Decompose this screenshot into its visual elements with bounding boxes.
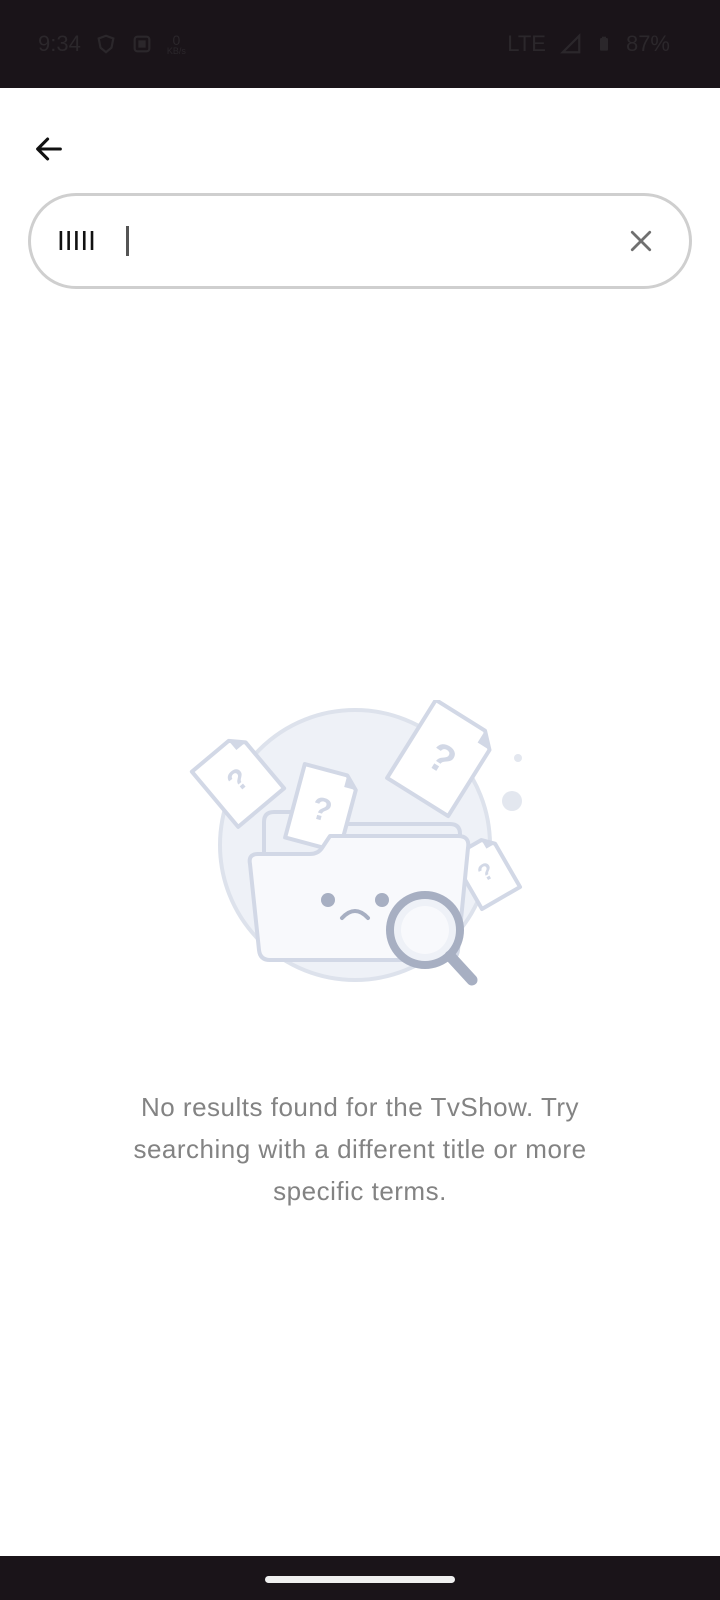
back-button[interactable] — [26, 126, 72, 172]
network-type: LTE — [507, 31, 546, 56]
home-indicator[interactable] — [265, 1576, 455, 1583]
status-bar: 9:34 0 KB/s LTE 87% — [0, 0, 720, 88]
search-input[interactable]: IIIII — [57, 211, 617, 271]
close-icon — [630, 230, 652, 252]
clear-search-button[interactable] — [617, 217, 665, 265]
search-box[interactable]: IIIII — [28, 193, 692, 289]
status-right: LTE 87% — [507, 31, 670, 57]
empty-folder-search-icon: ? ? ? ? — [189, 700, 523, 986]
text-caret — [126, 226, 129, 256]
empty-state-message: No results found for the TvShow. Try sea… — [133, 1092, 587, 1206]
net-speed-value: 0 — [172, 31, 181, 48]
vpn-shield-icon — [97, 34, 115, 54]
status-left: 9:34 0 KB/s — [38, 31, 186, 57]
battery-icon — [599, 36, 608, 51]
status-time: 9:34 — [38, 31, 81, 56]
net-speed-unit: KB/s — [166, 45, 186, 56]
signal-icon — [560, 33, 581, 54]
battery-level: 87% — [625, 31, 670, 56]
net-speed: 0 KB/s — [167, 33, 186, 56]
arrow-left-icon — [36, 137, 62, 161]
sim-icon — [133, 35, 151, 53]
